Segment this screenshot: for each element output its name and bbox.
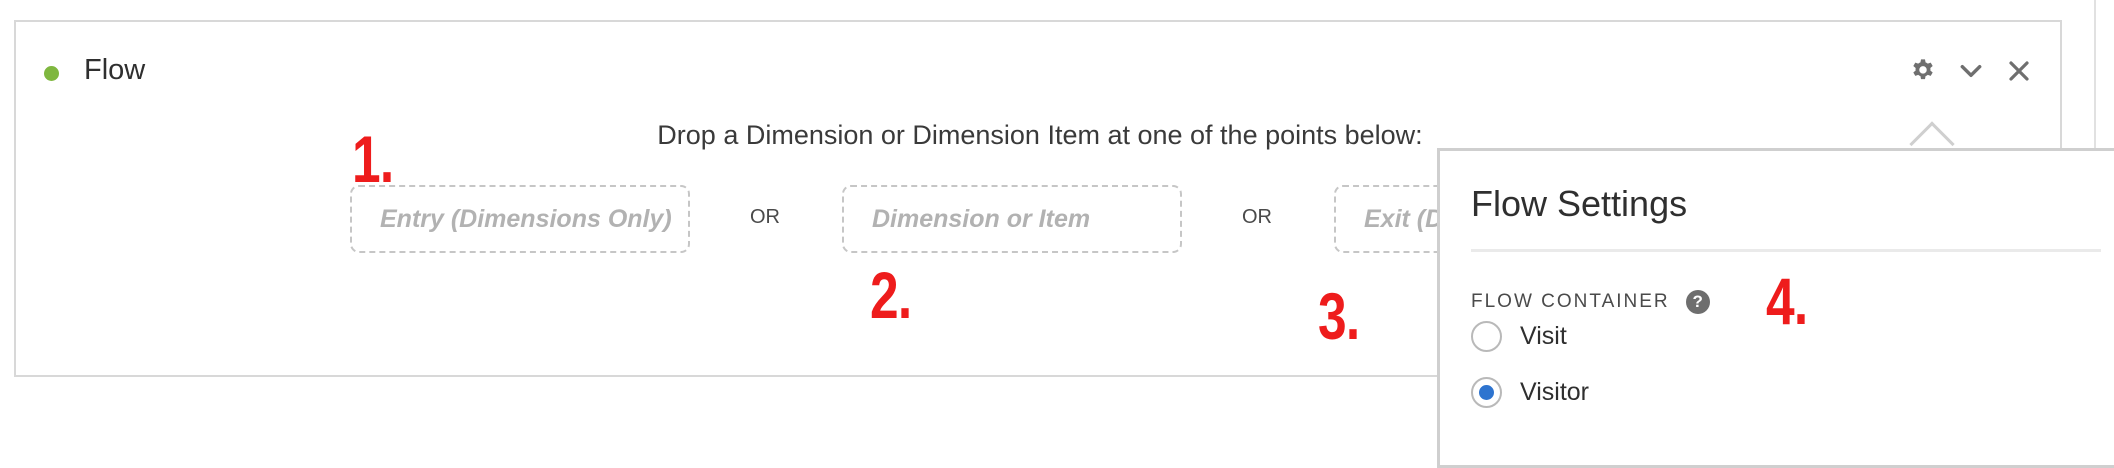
drop-instruction: Drop a Dimension or Dimension Item at on… — [657, 120, 1423, 150]
radio-option-visit[interactable]: Visit — [1471, 321, 1567, 352]
dimension-drop-zone[interactable]: Dimension or Item — [842, 185, 1182, 253]
flow-container-text: FLOW CONTAINER — [1471, 291, 1670, 312]
help-icon[interactable]: ? — [1685, 290, 1710, 314]
radio-button-visitor[interactable] — [1471, 377, 1502, 408]
panel-actions — [1908, 56, 2034, 86]
popover-title: Flow Settings — [1471, 183, 1688, 224]
radio-option-visitor[interactable]: Visitor — [1471, 377, 1589, 408]
entry-drop-zone[interactable]: Entry (Dimensions Only) — [350, 185, 690, 253]
radio-label-visitor: Visitor — [1520, 378, 1590, 406]
flow-container-label: FLOW CONTAINER ? — [1471, 290, 1710, 314]
or-separator: OR — [750, 206, 780, 228]
radio-selected-dot — [1479, 385, 1494, 400]
status-indicator — [44, 66, 59, 81]
popover-pointer-cover — [1905, 151, 1959, 165]
popover-divider — [1471, 249, 2101, 252]
radio-button-visit[interactable] — [1471, 321, 1502, 352]
panel-title: Flow — [84, 54, 146, 86]
or-separator: OR — [1242, 206, 1272, 228]
close-icon[interactable] — [2004, 56, 2034, 86]
annotation-4: 4. — [1766, 264, 1808, 338]
gear-icon[interactable] — [1908, 56, 1938, 86]
annotation-1: 1. — [352, 122, 394, 196]
radio-label-visit: Visit — [1520, 322, 1567, 350]
annotation-2: 2. — [870, 258, 912, 332]
chevron-down-icon[interactable] — [1956, 56, 1986, 86]
annotation-3: 3. — [1318, 279, 1360, 353]
